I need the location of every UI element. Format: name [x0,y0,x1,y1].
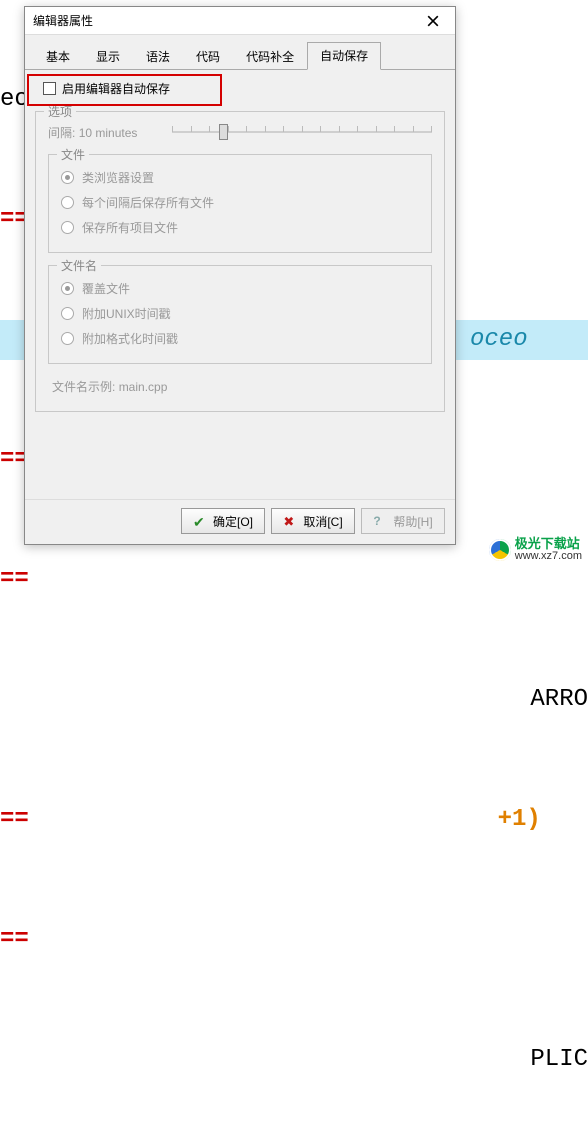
help-button[interactable]: 帮助[H] [361,508,445,534]
radio-icon[interactable] [61,171,74,184]
enable-autosave-label: 启用编辑器自动保存 [62,80,170,97]
ok-label: 确定[O] [213,513,253,530]
filename-option-unix[interactable]: 附加UNIX时间戳 [61,301,419,326]
window-title: 编辑器属性 [33,12,93,29]
cancel-label: 取消[C] [303,513,342,530]
enable-autosave-checkbox[interactable] [43,82,56,95]
radio-icon[interactable] [61,332,74,345]
watermark-url: www.xz7.com [515,550,582,563]
radio-label: 覆盖文件 [82,280,130,297]
interval-slider[interactable] [172,122,432,142]
filename-group: 文件名 覆盖文件 附加UNIX时间戳 附加格式化时间戳 [48,265,432,364]
close-icon[interactable] [417,10,449,32]
tab-bar: 基本 显示 语法 代码 代码补全 自动保存 [25,35,455,70]
titlebar: 编辑器属性 [25,7,455,35]
radio-label: 附加格式化时间戳 [82,330,178,347]
tab-complete[interactable]: 代码补全 [233,43,307,70]
radio-icon[interactable] [61,221,74,234]
watermark-name: 极光下载站 [515,537,582,550]
radio-icon[interactable] [61,307,74,320]
options-legend: 选项 [44,103,76,120]
dialog-buttons: 确定[O] 取消[C] 帮助[H] [25,499,455,544]
tab-code[interactable]: 代码 [183,43,233,70]
files-legend: 文件 [57,146,89,163]
tab-autosave[interactable]: 自动保存 [307,42,381,70]
radio-icon[interactable] [61,196,74,209]
editor-properties-dialog: 编辑器属性 基本 显示 语法 代码 代码补全 自动保存 启用编辑器自动保存 选项… [24,6,456,545]
tab-syntax[interactable]: 语法 [133,43,183,70]
filename-legend: 文件名 [57,257,101,274]
help-icon [373,514,387,528]
interval-label: 间隔: 10 minutes [48,124,158,141]
files-option-all[interactable]: 每个间隔后保存所有文件 [61,190,419,215]
files-option-browser[interactable]: 类浏览器设置 [61,165,419,190]
watermark: 极光下载站 www.xz7.com [489,537,582,563]
filename-example: 文件名示例: main.cpp [48,364,432,399]
cancel-button[interactable]: 取消[C] [271,508,355,534]
radio-label: 每个间隔后保存所有文件 [82,194,214,211]
options-group: 选项 间隔: 10 minutes 文件 类浏览器设置 [35,111,445,412]
interval-row: 间隔: 10 minutes [48,122,432,142]
check-icon [193,514,207,528]
enable-autosave-row[interactable]: 启用编辑器自动保存 [35,76,445,105]
radio-icon[interactable] [61,282,74,295]
help-label: 帮助[H] [393,513,432,530]
tab-basic[interactable]: 基本 [33,43,83,70]
files-option-project[interactable]: 保存所有项目文件 [61,215,419,240]
ok-button[interactable]: 确定[O] [181,508,265,534]
tab-content: 启用编辑器自动保存 选项 间隔: 10 minutes 文件 类浏 [25,70,455,499]
x-icon [283,514,297,528]
radio-label: 类浏览器设置 [82,169,154,186]
radio-label: 附加UNIX时间戳 [82,305,171,322]
filename-option-overwrite[interactable]: 覆盖文件 [61,276,419,301]
watermark-logo-icon [489,539,511,561]
files-group: 文件 类浏览器设置 每个间隔后保存所有文件 保存所有项目文件 [48,154,432,253]
tab-display[interactable]: 显示 [83,43,133,70]
radio-label: 保存所有项目文件 [82,219,178,236]
slider-thumb[interactable] [219,124,228,140]
filename-option-fmt[interactable]: 附加格式化时间戳 [61,326,419,351]
